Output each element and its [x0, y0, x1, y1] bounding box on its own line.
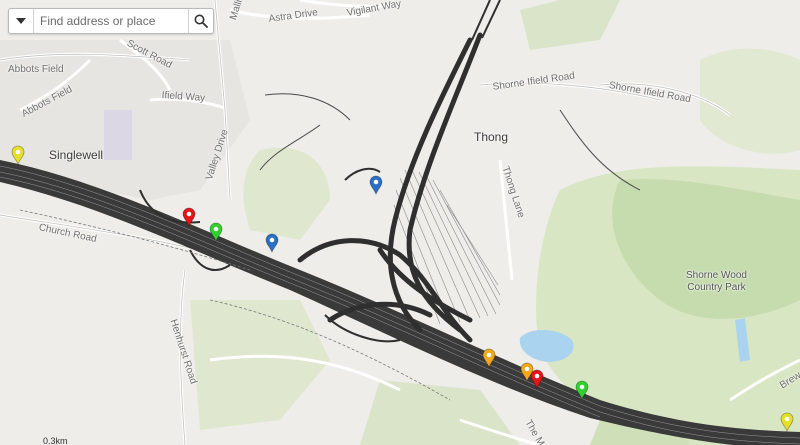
red-marker-west[interactable] [182, 207, 196, 228]
blue-marker-west[interactable] [265, 233, 279, 254]
road-label-abbots-field-1: Abbots Field [8, 64, 64, 75]
blue-marker-north[interactable] [369, 175, 383, 196]
yellow-marker-singlewell[interactable] [11, 145, 25, 166]
map-pin-icon [209, 222, 223, 243]
search-button[interactable] [188, 9, 213, 33]
green-marker-west[interactable] [209, 222, 223, 243]
green-marker-east[interactable] [575, 380, 589, 401]
park-label-line1: Shorne Wood [686, 270, 747, 281]
park-label-line2: Country Park [687, 282, 746, 293]
map-pin-icon [182, 207, 196, 228]
red-marker-east[interactable] [530, 369, 544, 390]
map-pin-icon [11, 145, 25, 166]
map-pin-icon [575, 380, 589, 401]
yellow-marker-east[interactable] [780, 412, 794, 433]
scale-label: 0.3km [43, 436, 68, 445]
park-label: Shorne Wood Country Park [686, 270, 747, 294]
place-label-singlewell: Singlewell [49, 148, 104, 162]
map-pin-icon [780, 412, 794, 433]
place-label-thong: Thong [474, 130, 509, 144]
magnifier-icon [194, 14, 208, 28]
basemap [0, 0, 800, 445]
orange-marker-1[interactable] [482, 348, 496, 369]
map-pin-icon [369, 175, 383, 196]
caret-down-icon [16, 18, 26, 24]
search-input[interactable] [34, 9, 188, 33]
map-pin-icon [482, 348, 496, 369]
map-pin-icon [530, 369, 544, 390]
search-menu-button[interactable] [9, 9, 34, 33]
map-view[interactable]: Singlewell Thong Shorne Wood Country Par… [0, 0, 800, 445]
map-pin-icon [265, 233, 279, 254]
search-box [8, 8, 214, 34]
